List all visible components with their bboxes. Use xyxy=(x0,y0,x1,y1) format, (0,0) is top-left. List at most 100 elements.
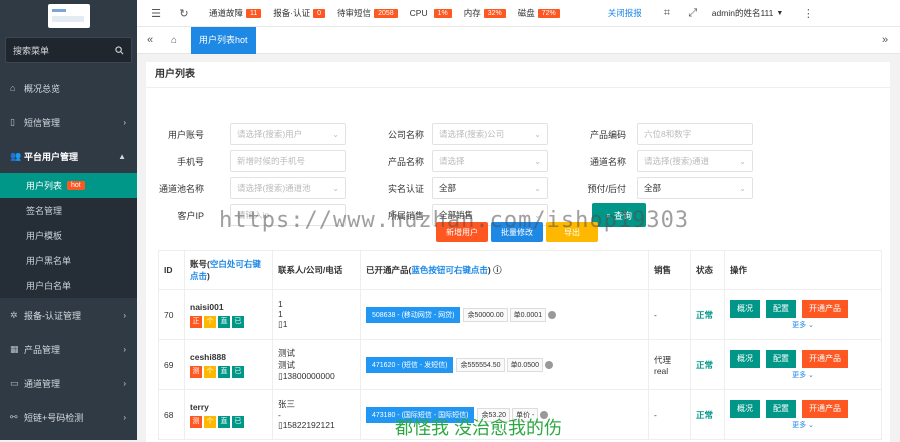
open-product-button[interactable]: 开通产品 xyxy=(802,349,848,368)
sidebar-item-user-list[interactable]: 用户列表 hot xyxy=(0,173,137,198)
realname-value: 全部 xyxy=(439,183,457,193)
stat-label: CPU xyxy=(409,8,428,18)
prepay-select[interactable]: 全部 ⌄ xyxy=(637,177,753,199)
stat-channel-fault[interactable]: 通道故障 11 xyxy=(209,7,262,19)
stat-label: 报备·认证 xyxy=(273,8,311,18)
more-label: 更多 xyxy=(792,321,807,329)
cell-contact: 1 1 ▯1 xyxy=(272,289,361,340)
tag-icon[interactable]: ⌗ xyxy=(656,7,678,20)
contact-name: 1 xyxy=(278,299,283,309)
config-button[interactable]: 配置 xyxy=(766,399,796,418)
product-button[interactable]: 471620 - (短信 - 发短信) xyxy=(366,356,454,373)
more-link[interactable]: 更多 ⌄ xyxy=(730,370,876,380)
chevron-down-icon: ⌄ xyxy=(534,183,541,193)
open-product-button[interactable]: 开通产品 xyxy=(802,299,848,318)
menu-label: 平台用户管理 xyxy=(24,151,79,162)
cell-account[interactable]: ceshi888 测个直已 xyxy=(184,339,273,390)
th-contact: 联系人/公司/电话 xyxy=(272,250,361,290)
stat-label: 待审短信 xyxy=(337,8,372,18)
open-product-button[interactable]: 开通产品 xyxy=(802,399,848,418)
info-icon[interactable]: ⓘ xyxy=(493,265,502,275)
cell-account[interactable]: terry 测个直已 xyxy=(184,389,273,440)
more-label: 更多 xyxy=(792,421,807,429)
menu-search[interactable]: 搜索菜单 xyxy=(5,37,132,63)
more-vertical-icon[interactable]: ⋮ xyxy=(797,7,819,20)
company-label: 公司名称 xyxy=(387,130,424,140)
config-button[interactable]: 配置 xyxy=(766,349,796,368)
sidebar: 搜索菜单 ⌂ 概况总览 ▯ 短信管理 › 👥 平台用户管理 ▲ 用户列表 hot 签名管理 … xyxy=(0,0,137,440)
contact-name: 张三 xyxy=(278,399,296,409)
menu-toggle-icon[interactable]: ☰ xyxy=(145,7,167,20)
overview-button[interactable]: 概况 xyxy=(730,349,760,368)
overview-button[interactable]: 概况 xyxy=(730,299,760,318)
cell-id: 70 xyxy=(158,289,185,340)
fullscreen-icon[interactable]: ⤢ xyxy=(682,7,704,20)
memory-badge: 32% xyxy=(483,8,506,18)
tab-bar: « ⌂ 用户列表hot » xyxy=(137,26,900,54)
tab-user-list[interactable]: 用户列表hot xyxy=(191,26,256,54)
stat-report-auth[interactable]: 报备·认证 0 xyxy=(273,7,326,19)
menu-item-products[interactable]: ▦ 产品管理 › xyxy=(0,332,137,366)
menu-item-shortlink[interactable]: ⚯ 短链+号码检测 › xyxy=(0,400,137,434)
status-dot xyxy=(544,360,553,369)
stat-memory: 内存 32% xyxy=(464,7,506,19)
th-products-hint: 蓝色按钮可右键点击 xyxy=(411,265,488,275)
cell-status: 正常 xyxy=(690,289,725,340)
product-code-input[interactable]: 六位8和数字 xyxy=(637,123,753,145)
overlay-caption: 都怪我 没治愈我的伤 xyxy=(395,418,563,438)
account-placeholder: 请选择(搜索)用户 xyxy=(237,129,303,139)
cell-products: 471620 - (短信 - 发短信) 余555554.50 单0.0500 xyxy=(360,339,649,390)
flag: 直 xyxy=(218,415,230,428)
phone-input[interactable]: 新增时候的手机号 xyxy=(230,150,346,172)
close-alert-link[interactable]: 关闭报报 xyxy=(608,7,642,19)
table-row[interactable]: 70 naisi001 正个直已 1 1 ▯1 508638 - (移动网贷 - 网贷… xyxy=(158,289,882,340)
more-link[interactable]: 更多 ⌄ xyxy=(730,420,876,430)
menu-item-report-auth[interactable]: ✲ 报备-认证管理 › xyxy=(0,298,137,332)
menu-label: 通道管理 xyxy=(24,378,61,389)
chevron-right-icon: › xyxy=(123,310,126,320)
refresh-icon[interactable]: ↻ xyxy=(173,7,195,20)
user-menu[interactable]: admin的姓名111 ▼ xyxy=(712,7,784,19)
tabs-right-icon[interactable]: » xyxy=(874,34,896,46)
product-button[interactable]: 508638 - (移动网贷 - 网贷) xyxy=(366,306,461,323)
menu-item-platform-users[interactable]: 👥 平台用户管理 ▲ xyxy=(0,139,137,173)
sidebar-item-whitelist[interactable]: 用户白名单 xyxy=(0,273,137,298)
account-name: terry xyxy=(190,401,209,412)
config-button[interactable]: 配置 xyxy=(766,299,796,318)
account-flags: 正个直已 xyxy=(190,315,267,328)
caret-down-icon: ▼ xyxy=(776,9,784,17)
menu-item-overview[interactable]: ⌂ 概况总览 xyxy=(0,71,137,105)
menu-item-channels[interactable]: ▭ 通道管理 › xyxy=(0,366,137,400)
stat-disk: 磁盘 72% xyxy=(518,7,560,19)
contact-phone: 15822192121 xyxy=(282,420,335,430)
product-name-select[interactable]: 请选择 ⌄ xyxy=(432,150,548,172)
account-select[interactable]: 请选择(搜索)用户 ⌄ xyxy=(230,123,346,145)
chevron-down-icon: ⌄ xyxy=(808,371,814,379)
channel-pool-placeholder: 请选择(搜索)通道池 xyxy=(237,183,311,193)
more-label: 更多 xyxy=(792,371,807,379)
cell-ops: 概况 配置 开通产品更多 ⌄ xyxy=(724,389,882,440)
contact-name: 测试 xyxy=(278,348,296,358)
chevron-down-icon: ⌄ xyxy=(739,183,746,193)
th-sales: 销售 xyxy=(648,250,691,290)
sidebar-item-signature[interactable]: 签名管理 xyxy=(0,198,137,223)
home-tab-icon[interactable]: ⌂ xyxy=(163,35,185,46)
menu-item-sms[interactable]: ▯ 短信管理 › xyxy=(0,105,137,139)
company-select[interactable]: 请选择(搜索)公司 ⌄ xyxy=(432,123,548,145)
table-header: ID 账号(空白处可右键点击) 联系人/公司/电话 已开通产品(蓝色按钮可右键点… xyxy=(158,250,882,290)
link-icon: ⚯ xyxy=(10,411,18,422)
sidebar-item-blacklist[interactable]: 用户黑名单 xyxy=(0,248,137,273)
channel-name-select[interactable]: 请选择(搜索)通道 ⌄ xyxy=(637,150,753,172)
table-row[interactable]: 69 ceshi888 测个直已 测试 测试 ▯13800000000 471620 … xyxy=(158,339,882,390)
hot-badge: hot xyxy=(67,181,85,190)
stat-pending-sms[interactable]: 待审短信 2058 xyxy=(337,7,398,19)
sidebar-item-user-template[interactable]: 用户模板 xyxy=(0,223,137,248)
realname-select[interactable]: 全部 ⌄ xyxy=(432,177,548,199)
channel-pool-select[interactable]: 请选择(搜索)通道池 ⌄ xyxy=(230,177,346,199)
cell-account[interactable]: naisi001 正个直已 xyxy=(184,289,273,340)
tabs-left-icon[interactable]: « xyxy=(139,34,161,46)
th-ops: 操作 xyxy=(724,250,882,290)
more-link[interactable]: 更多 ⌄ xyxy=(730,320,876,330)
overview-button[interactable]: 概况 xyxy=(730,399,760,418)
th-id: ID xyxy=(158,250,185,290)
